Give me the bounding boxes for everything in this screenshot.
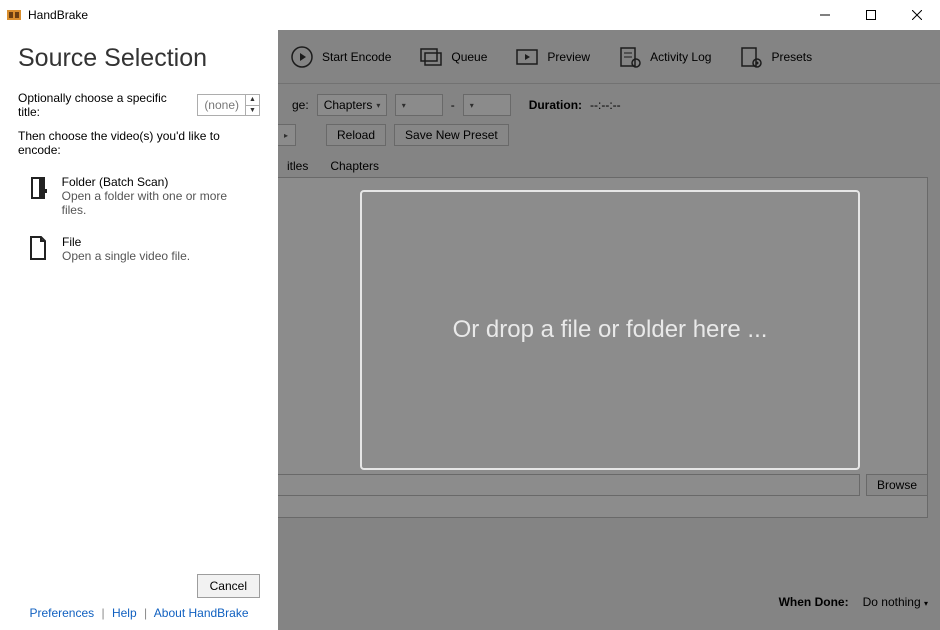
- drop-zone[interactable]: Or drop a file or folder here ...: [360, 190, 860, 470]
- panel-heading: Source Selection: [18, 44, 260, 73]
- file-option-desc: Open a single video file.: [62, 249, 190, 263]
- folder-option-title: Folder (Batch Scan): [62, 175, 252, 189]
- titlebar: HandBrake: [0, 0, 940, 30]
- file-option-title: File: [62, 235, 190, 249]
- spinner-down-icon[interactable]: ▼: [246, 106, 259, 116]
- title-spinner[interactable]: (none) ▲ ▼: [197, 94, 260, 116]
- title-row-label: Optionally choose a specific title:: [18, 91, 189, 119]
- open-file-option[interactable]: File Open a single video file.: [18, 229, 260, 269]
- app-title: HandBrake: [28, 8, 88, 22]
- app-icon: [6, 7, 22, 23]
- file-icon: [26, 235, 50, 263]
- folder-icon: [26, 175, 50, 203]
- about-link[interactable]: About HandBrake: [154, 606, 249, 620]
- instruction-text: Then choose the video(s) you'd like to e…: [18, 129, 260, 157]
- source-selection-panel: Source Selection Optionally choose a spe…: [0, 30, 278, 630]
- footer-links: Preferences | Help | About HandBrake: [29, 602, 248, 620]
- cancel-button[interactable]: Cancel: [197, 574, 260, 598]
- minimize-button[interactable]: [802, 0, 848, 30]
- open-folder-option[interactable]: Folder (Batch Scan) Open a folder with o…: [18, 169, 260, 223]
- spinner-up-icon[interactable]: ▲: [246, 95, 259, 106]
- preferences-link[interactable]: Preferences: [29, 606, 94, 620]
- spinner-value: (none): [198, 98, 245, 112]
- close-button[interactable]: [894, 0, 940, 30]
- help-link[interactable]: Help: [112, 606, 137, 620]
- dropzone-text: Or drop a file or folder here ...: [453, 316, 768, 344]
- maximize-button[interactable]: [848, 0, 894, 30]
- folder-option-desc: Open a folder with one or more files.: [62, 189, 252, 217]
